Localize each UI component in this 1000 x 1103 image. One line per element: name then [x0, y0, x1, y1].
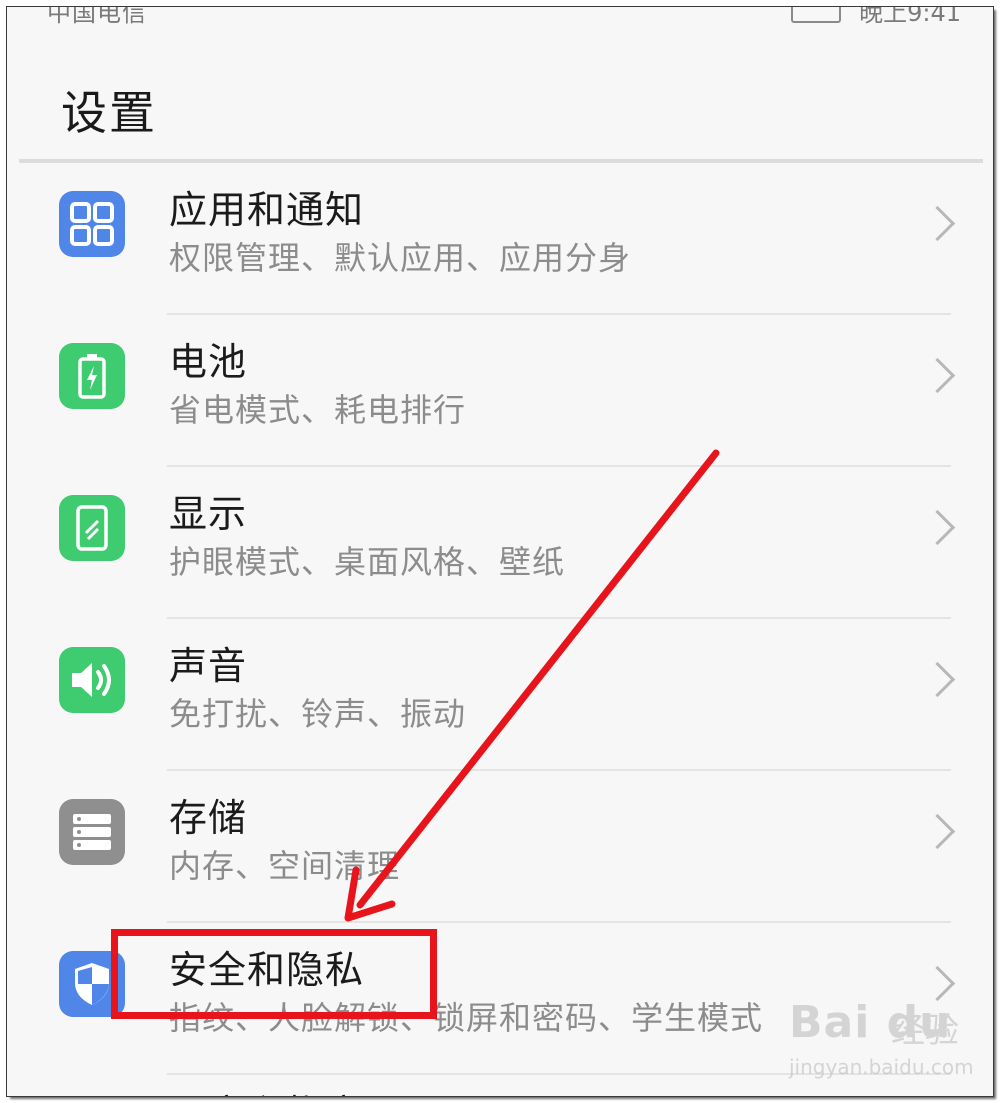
settings-list: 应用和通知 权限管理、默认应用、应用分身 电池 省电模式、耗电排行 显示 护眼模…: [19, 163, 981, 1075]
item-title: 显示: [169, 492, 248, 536]
page-title: 设置: [61, 86, 157, 140]
clock-label: 晚上9:41: [859, 6, 961, 27]
settings-screen: 中国电信 晚上9:41 设置 应用和通知 权限管理、默认应用、应用分身 电池 省…: [19, 7, 983, 1096]
settings-item-storage[interactable]: 存储 内存、空间清理: [19, 771, 981, 923]
settings-item-display[interactable]: 显示 护眼模式、桌面风格、壁纸: [19, 467, 981, 619]
carrier-label: 中国电信: [47, 6, 147, 27]
item-subtitle: 指纹、人脸解锁、锁屏和密码、学生模式: [169, 999, 764, 1037]
chevron-right-icon: [919, 357, 956, 394]
battery-icon: [59, 343, 125, 409]
chevron-right-icon: [919, 661, 956, 698]
apps-grid-icon: [59, 191, 125, 257]
storage-icon: [59, 799, 125, 865]
shield-icon: [59, 951, 125, 1017]
chevron-right-icon: [919, 509, 956, 546]
settings-item-sound[interactable]: 声音 免打扰、铃声、振动: [19, 619, 981, 771]
status-bar: 中国电信 晚上9:41: [19, 7, 981, 27]
item-title: 存储: [169, 796, 248, 840]
item-subtitle: 内存、空间清理: [169, 847, 401, 885]
chevron-right-icon: [919, 205, 956, 242]
screenshot-frame: 中国电信 晚上9:41 设置 应用和通知 权限管理、默认应用、应用分身 电池 省…: [6, 6, 994, 1097]
item-subtitle: 权限管理、默认应用、应用分身: [169, 239, 632, 277]
watermark-text: 经验: [891, 1011, 959, 1051]
item-subtitle: 免打扰、铃声、振动: [169, 695, 467, 733]
chevron-right-icon: [919, 813, 956, 850]
battery-status-icon: [791, 7, 842, 23]
settings-item-users-partial[interactable]: 用户和帐户: [169, 1083, 364, 1096]
settings-item-battery[interactable]: 电池 省电模式、耗电排行: [19, 315, 981, 467]
item-title: 声音: [169, 644, 248, 688]
settings-item-apps[interactable]: 应用和通知 权限管理、默认应用、应用分身: [19, 163, 981, 315]
item-title: 电池: [169, 340, 248, 384]
item-subtitle: 省电模式、耗电排行: [169, 391, 467, 429]
baidu-jingyan-watermark: Bai du 经验 jingyan.baidu.com: [789, 997, 979, 1096]
item-subtitle: 护眼模式、桌面风格、壁纸: [169, 543, 566, 581]
item-title: 应用和通知: [169, 188, 365, 232]
display-phone-icon: [59, 495, 125, 561]
item-title: 安全和隐私: [169, 948, 365, 992]
status-right-group: 晚上9:41: [791, 6, 961, 28]
watermark-url: jingyan.baidu.com: [789, 1055, 974, 1079]
chevron-right-icon: [919, 965, 956, 1002]
speaker-icon: [59, 647, 125, 713]
